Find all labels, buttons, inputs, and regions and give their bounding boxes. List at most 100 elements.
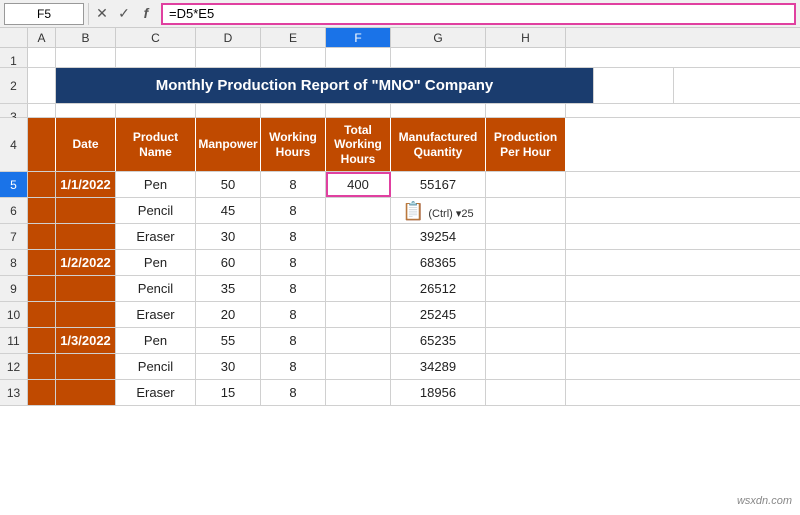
cell-wh-5[interactable]: 8: [261, 172, 326, 197]
cell-d3[interactable]: [196, 104, 261, 117]
cell-twh-9[interactable]: [326, 276, 391, 301]
cell-c3[interactable]: [116, 104, 196, 117]
cell-manpower-6[interactable]: 45: [196, 198, 261, 223]
cell-date-6[interactable]: [56, 198, 116, 223]
cell-manpower-13[interactable]: 15: [196, 380, 261, 405]
cell-product-13[interactable]: Eraser: [116, 380, 196, 405]
cell-qty-6[interactable]: 📋 (Ctrl) ▾25: [391, 198, 486, 223]
cell-product-10[interactable]: Eraser: [116, 302, 196, 327]
cell-wh-6[interactable]: 8: [261, 198, 326, 223]
cell-a8[interactable]: [28, 250, 56, 275]
cell-pph-8[interactable]: [486, 250, 566, 275]
cell-h1[interactable]: [486, 48, 566, 67]
cell-pph-10[interactable]: [486, 302, 566, 327]
formula-input[interactable]: [161, 3, 796, 25]
cell-product-5[interactable]: Pen: [116, 172, 196, 197]
col-header-e[interactable]: E: [261, 28, 326, 47]
cell-wh-7[interactable]: 8: [261, 224, 326, 249]
cell-a3[interactable]: [28, 104, 56, 117]
cell-qty-13[interactable]: 18956: [391, 380, 486, 405]
cell-qty-8[interactable]: 68365: [391, 250, 486, 275]
cell-wh-10[interactable]: 8: [261, 302, 326, 327]
col-header-g[interactable]: G: [391, 28, 486, 47]
cell-date-7[interactable]: [56, 224, 116, 249]
cell-a12[interactable]: [28, 354, 56, 379]
cell-pph-5[interactable]: [486, 172, 566, 197]
cell-date-9[interactable]: [56, 276, 116, 301]
header-total-working-hours[interactable]: TotalWorkingHours: [326, 118, 391, 171]
cell-qty-5[interactable]: 55167: [391, 172, 486, 197]
cell-e3[interactable]: [261, 104, 326, 117]
cell-a1[interactable]: [28, 48, 56, 67]
cell-date-12[interactable]: [56, 354, 116, 379]
cancel-icon[interactable]: ✕: [93, 5, 111, 22]
cell-b3[interactable]: [56, 104, 116, 117]
cell-product-11[interactable]: Pen: [116, 328, 196, 353]
cell-product-6[interactable]: Pencil: [116, 198, 196, 223]
cell-product-9[interactable]: Pencil: [116, 276, 196, 301]
cell-twh-7[interactable]: [326, 224, 391, 249]
cell-wh-13[interactable]: 8: [261, 380, 326, 405]
cell-twh-10[interactable]: [326, 302, 391, 327]
col-header-f[interactable]: F: [326, 28, 391, 47]
cell-a11[interactable]: [28, 328, 56, 353]
cell-manpower-10[interactable]: 20: [196, 302, 261, 327]
cell-twh-8[interactable]: [326, 250, 391, 275]
cell-qty-12[interactable]: 34289: [391, 354, 486, 379]
col-header-d[interactable]: D: [196, 28, 261, 47]
cell-wh-12[interactable]: 8: [261, 354, 326, 379]
cell-pph-7[interactable]: [486, 224, 566, 249]
col-header-c[interactable]: C: [116, 28, 196, 47]
cell-wh-8[interactable]: 8: [261, 250, 326, 275]
cell-manpower-12[interactable]: 30: [196, 354, 261, 379]
cell-c1[interactable]: [116, 48, 196, 67]
cell-date-10[interactable]: [56, 302, 116, 327]
cell-product-8[interactable]: Pen: [116, 250, 196, 275]
cell-manpower-7[interactable]: 30: [196, 224, 261, 249]
cell-twh-12[interactable]: [326, 354, 391, 379]
cell-wh-11[interactable]: 8: [261, 328, 326, 353]
header-manpower[interactable]: Manpower: [196, 118, 261, 171]
col-header-b[interactable]: B: [56, 28, 116, 47]
col-header-h[interactable]: H: [486, 28, 566, 47]
name-box[interactable]: [4, 3, 84, 25]
cell-e1[interactable]: [261, 48, 326, 67]
cell-g1[interactable]: [391, 48, 486, 67]
paste-clipboard-icon[interactable]: 📋: [402, 201, 424, 221]
cell-manpower-8[interactable]: 60: [196, 250, 261, 275]
cell-date-11[interactable]: 1/3/2022: [56, 328, 116, 353]
cell-a5[interactable]: [28, 172, 56, 197]
cell-manpower-5[interactable]: 50: [196, 172, 261, 197]
cell-date-8[interactable]: 1/2/2022: [56, 250, 116, 275]
header-production-per-hour[interactable]: ProductionPer Hour: [486, 118, 566, 171]
cell-wh-9[interactable]: 8: [261, 276, 326, 301]
cell-manpower-9[interactable]: 35: [196, 276, 261, 301]
cell-a9[interactable]: [28, 276, 56, 301]
function-icon[interactable]: f: [137, 5, 155, 22]
cell-h2[interactable]: [594, 68, 674, 103]
cell-qty-7[interactable]: 39254: [391, 224, 486, 249]
confirm-icon[interactable]: ✓: [115, 5, 133, 22]
cell-date-13[interactable]: [56, 380, 116, 405]
cell-f1[interactable]: [326, 48, 391, 67]
title-cell[interactable]: Monthly Production Report of "MNO" Compa…: [56, 68, 594, 103]
header-a[interactable]: [28, 118, 56, 171]
cell-a2[interactable]: [28, 68, 56, 103]
cell-twh-11[interactable]: [326, 328, 391, 353]
cell-d1[interactable]: [196, 48, 261, 67]
cell-a6[interactable]: [28, 198, 56, 223]
header-working-hours[interactable]: WorkingHours: [261, 118, 326, 171]
header-product-name[interactable]: ProductName: [116, 118, 196, 171]
cell-a10[interactable]: [28, 302, 56, 327]
cell-pph-6[interactable]: [486, 198, 566, 223]
cell-twh-13[interactable]: [326, 380, 391, 405]
cell-b1[interactable]: [56, 48, 116, 67]
cell-qty-11[interactable]: 65235: [391, 328, 486, 353]
cell-pph-13[interactable]: [486, 380, 566, 405]
header-date[interactable]: Date: [56, 118, 116, 171]
cell-date-5[interactable]: 1/1/2022: [56, 172, 116, 197]
cell-pph-11[interactable]: [486, 328, 566, 353]
cell-pph-12[interactable]: [486, 354, 566, 379]
cell-manpower-11[interactable]: 55: [196, 328, 261, 353]
cell-h3[interactable]: [486, 104, 566, 117]
